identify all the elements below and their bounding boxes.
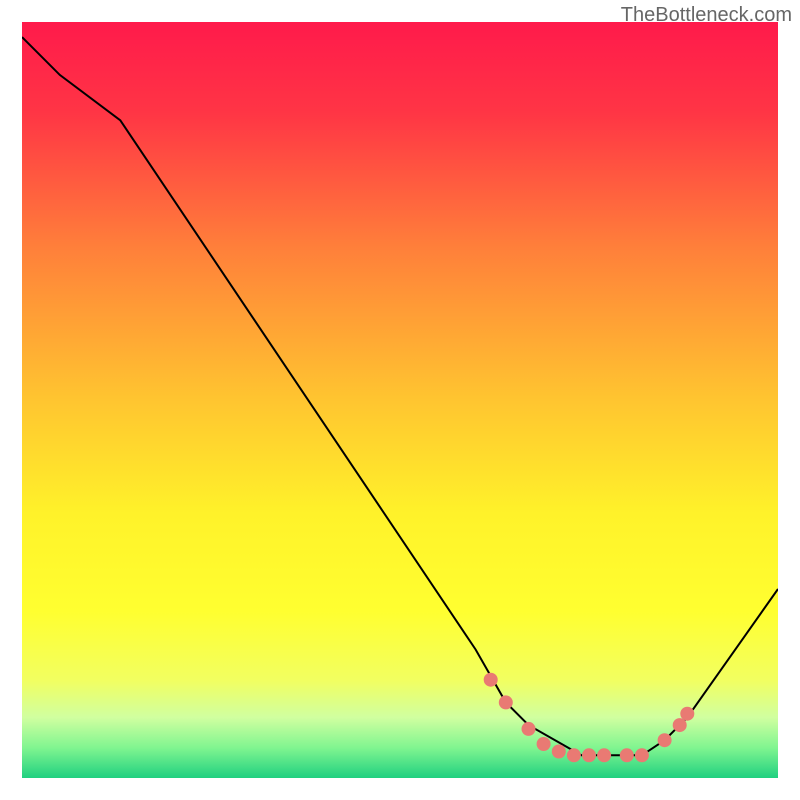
watermark-text: TheBottleneck.com [621,4,792,27]
gradient-rect [22,22,778,778]
chart-container: TheBottleneck.com [0,0,800,800]
chart-background [22,22,778,778]
